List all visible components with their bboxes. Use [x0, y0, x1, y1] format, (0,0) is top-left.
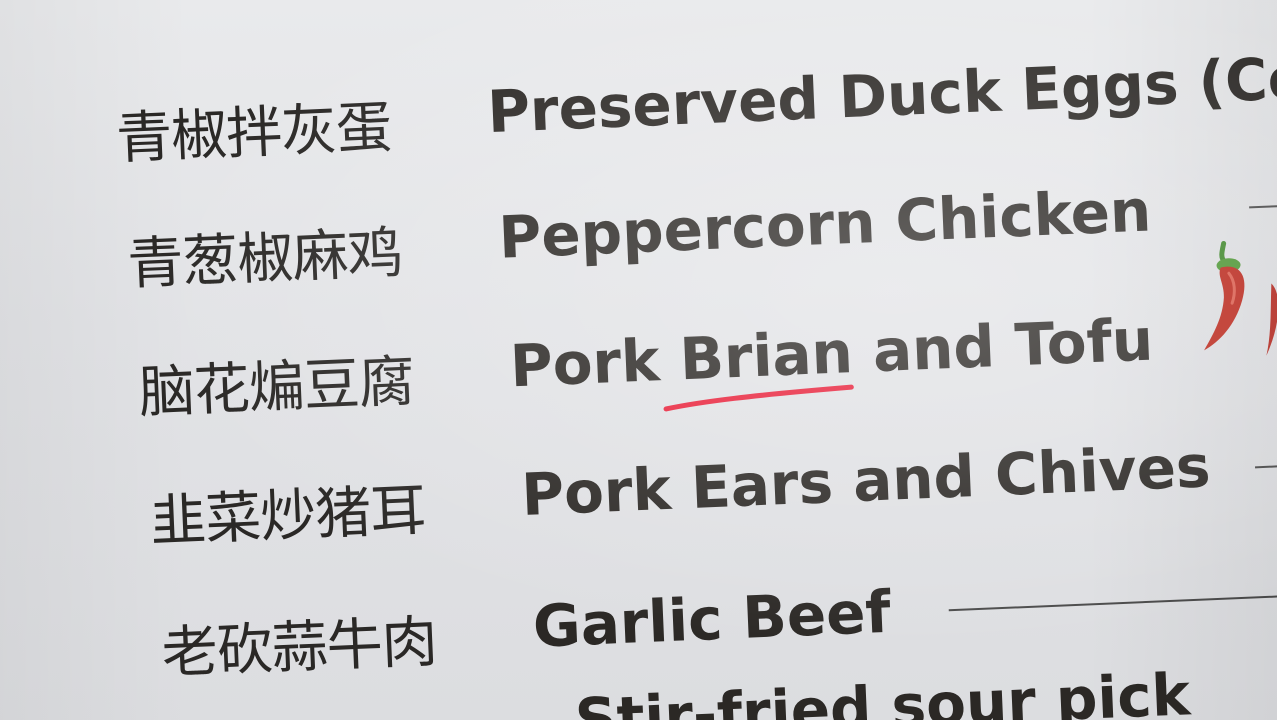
cropped-dish-name: Stir-fried sour pick [573, 660, 1192, 720]
price-leader-line [1254, 464, 1277, 469]
price-leader-line [1249, 204, 1277, 209]
dish-name-chinese: 青椒拌灰蛋 [114, 95, 393, 172]
dish-name-english: Peppercorn Chicken [497, 176, 1153, 272]
dish-name-english: Garlic Beef [531, 577, 892, 661]
dish-name-chinese: 脑花煸豆腐 [137, 349, 416, 426]
chili-pepper-icon [1266, 283, 1277, 356]
price-leader-line [948, 594, 1277, 612]
menu-photo: 青椒拌灰蛋 Preserved Duck Eggs (Co 青葱椒麻鸡 Pepp… [0, 0, 1277, 720]
dish-name-english: Preserved Duck Eggs (Co [486, 43, 1277, 147]
dish-name-chinese: 老砍蒜牛肉 [160, 609, 439, 687]
dish-name-english: Pork Ears and Chives [520, 432, 1212, 530]
chili-pepper-icon [1204, 240, 1245, 351]
dish-name-chinese: 韭菜炒猪耳 [148, 478, 427, 555]
menu-page: 青椒拌灰蛋 Preserved Duck Eggs (Co 青葱椒麻鸡 Pepp… [0, 0, 1277, 720]
dish-name-chinese: 青葱椒麻鸡 [126, 220, 404, 298]
